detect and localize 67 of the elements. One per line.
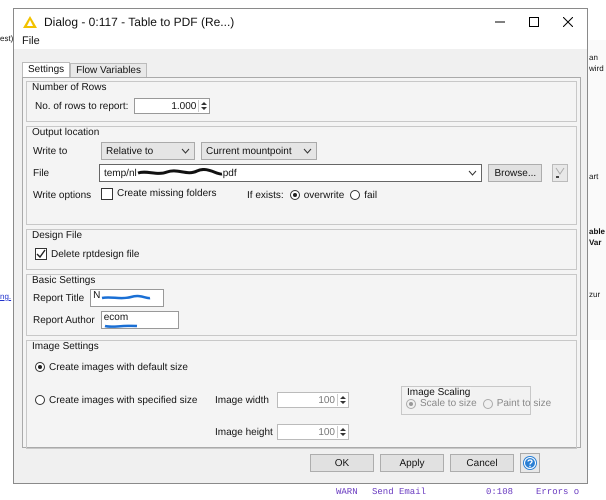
window-title: Dialog - 0:117 - Table to PDF (Re...)	[44, 15, 234, 29]
field-label: Report Title	[33, 292, 84, 304]
warning-icon	[23, 16, 37, 28]
redaction-scribble	[101, 294, 152, 302]
radio-label: Paint to size	[496, 398, 552, 409]
background-text: able	[589, 227, 606, 236]
field-label: File	[33, 168, 50, 178]
group-title: Basic Settings	[31, 275, 96, 286]
tab[interactable]: Flow Variables	[70, 63, 147, 77]
field-label: Write options	[33, 190, 92, 200]
background-text: wird	[589, 64, 604, 73]
group-title: Image Settings	[31, 341, 100, 352]
file-path-field[interactable]: temp/nl pdf	[98, 164, 482, 182]
radio-label: Create images with specified size	[49, 394, 198, 406]
background-text: est)	[0, 34, 14, 43]
log-id-text: 0:108	[486, 487, 514, 498]
background-text: Var	[589, 238, 602, 247]
text-field[interactable]: N	[90, 289, 164, 307]
radio-button[interactable]	[290, 190, 300, 200]
close-icon[interactable]	[563, 17, 573, 27]
background-text: an	[589, 53, 598, 62]
caret-icon	[181, 148, 190, 154]
dropdown[interactable]: Current mountpoint	[201, 142, 317, 160]
dialog-button[interactable]: OK	[310, 454, 374, 472]
radio-button[interactable]	[350, 190, 360, 200]
redaction-scribble	[104, 323, 138, 328]
log-message: Errors o	[536, 487, 580, 498]
number-field[interactable]: 1.000	[134, 98, 210, 114]
radio-label: fail	[364, 190, 378, 200]
link[interactable]: ng.	[0, 292, 12, 301]
log-source-text: Send Email	[372, 487, 428, 498]
group-title: Number of Rows	[31, 82, 108, 93]
maximize-icon[interactable]	[529, 17, 539, 27]
radio-label: Scale to size	[420, 398, 477, 409]
group-title: Design File	[31, 230, 84, 241]
caret-icon	[303, 148, 312, 154]
field-label: Image height	[215, 426, 274, 438]
text-field[interactable]: ecom	[100, 311, 179, 329]
checkbox[interactable]	[35, 248, 47, 260]
group-title: Output location	[31, 127, 100, 138]
menu-item[interactable]: File	[20, 35, 42, 47]
checkbox-label: Delete rptdesign file	[51, 248, 140, 260]
background-text: zur	[589, 290, 600, 299]
browse-button[interactable]: Browse...	[488, 164, 542, 182]
log-level-text: WARN	[336, 487, 359, 498]
field-label: Write to	[33, 146, 68, 156]
background-text: art	[589, 172, 598, 181]
caret-icon	[468, 170, 478, 176]
dialog-button[interactable]: Cancel	[450, 454, 514, 472]
radio-button[interactable]	[35, 362, 45, 372]
variable-icon	[555, 167, 566, 179]
field-label: If exists:	[247, 190, 284, 200]
help-icon[interactable]	[520, 453, 540, 473]
spinner-arrows-icon[interactable]	[198, 100, 210, 112]
field-label: No. of rows to report:	[35, 100, 128, 112]
dialog-button[interactable]: Apply	[380, 454, 444, 472]
dropdown[interactable]: Relative to	[101, 142, 195, 160]
radio-label: overwrite	[304, 190, 344, 200]
checkbox[interactable]	[101, 188, 113, 200]
checkbox-label: Create missing folders	[117, 188, 216, 199]
tab[interactable]: Settings	[22, 62, 70, 77]
group-title: Image Scaling	[406, 386, 472, 398]
field-label: Image width	[215, 394, 270, 406]
flow-variable-button[interactable]	[552, 164, 568, 182]
radio-label: Create images with default size	[49, 362, 188, 372]
field-label: Report Author	[33, 314, 95, 326]
radio-button[interactable]	[35, 395, 45, 405]
